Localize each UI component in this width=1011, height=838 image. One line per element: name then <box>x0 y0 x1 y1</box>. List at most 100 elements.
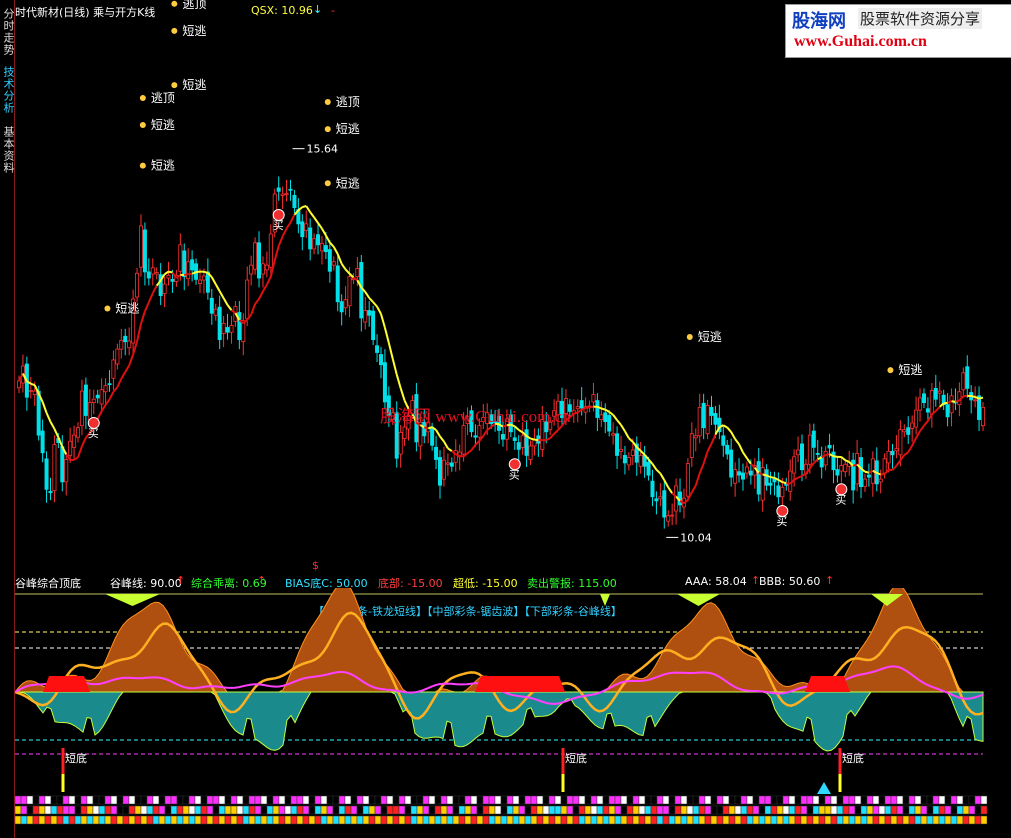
color-strip-cell <box>536 795 544 805</box>
candle-body <box>713 413 718 425</box>
candle-body <box>933 388 938 400</box>
qsx-line <box>368 297 374 303</box>
color-strip-cell <box>470 795 478 805</box>
color-strip-cell <box>362 795 370 805</box>
color-strip-cell <box>434 805 442 815</box>
tab-fundamental[interactable]: 基本资料 <box>0 126 15 174</box>
candlestick-chart: 15.6410.04短逃逃顶短逃短逃逃顶短逃短逃逃顶短逃短逃短逃短逃买买买买买 <box>17 0 986 544</box>
candle-body <box>300 221 305 238</box>
color-strip-cell <box>926 795 934 805</box>
candle-body <box>162 283 167 294</box>
color-strip-cell <box>128 805 136 815</box>
color-strip-cell <box>692 795 700 805</box>
color-strip-cell <box>446 805 454 815</box>
color-strip-cell <box>296 795 304 805</box>
color-strip-cell <box>512 795 520 805</box>
color-strip-cell <box>662 805 670 815</box>
qsx-line <box>978 396 984 400</box>
color-strip-cell <box>236 795 244 805</box>
color-strip-cell <box>830 805 838 815</box>
qsx-line <box>273 245 280 261</box>
candle-body <box>925 408 930 413</box>
color-strip-cell <box>476 805 484 815</box>
color-strip-cell <box>146 795 154 805</box>
color-strip-cell <box>32 805 40 815</box>
color-strip-cell <box>848 815 856 825</box>
qsx-line <box>655 468 662 475</box>
color-strip-cell <box>542 805 550 815</box>
color-strip-cell <box>506 815 514 825</box>
color-strip-cell <box>434 815 442 825</box>
color-strip-cell <box>170 795 178 805</box>
candle-body <box>48 490 53 494</box>
color-strip-cell <box>92 795 100 805</box>
tab-intraday[interactable]: 分时走势 <box>0 8 15 56</box>
color-strip-cell <box>380 795 388 805</box>
color-strip-cell <box>446 815 454 825</box>
color-strip-cell <box>968 795 976 805</box>
candle-body <box>611 433 616 436</box>
color-strip-cell <box>320 795 328 805</box>
color-strip-cell <box>530 795 538 805</box>
color-strip-cell <box>728 795 736 805</box>
candle-body <box>257 242 262 279</box>
logo-name: 股海网 <box>792 11 846 32</box>
color-strip-cell <box>212 795 220 805</box>
color-strip-cell <box>848 805 856 815</box>
color-strip-cell <box>764 805 772 815</box>
color-strip-cell <box>902 795 910 805</box>
color-strip-cell <box>728 815 736 825</box>
color-strip-cell <box>80 795 88 805</box>
qsx-line <box>258 290 264 300</box>
qsx-line <box>797 475 803 479</box>
signal-icon <box>139 162 146 169</box>
candle-body <box>756 461 761 495</box>
color-strip-cell <box>200 805 208 815</box>
color-strip-cell <box>476 795 484 805</box>
color-strip-cell <box>20 795 28 805</box>
signal-label: 短逃 <box>336 122 360 136</box>
color-strip-cell <box>770 815 778 825</box>
candle-body <box>371 310 376 341</box>
candle-body <box>438 457 443 486</box>
indicator-arrow: ↑ <box>176 574 186 587</box>
color-strip-cell <box>896 815 904 825</box>
candle-body <box>701 402 706 429</box>
color-strip-cell <box>80 815 88 825</box>
color-strip-cell <box>422 805 430 815</box>
qsx-line <box>935 406 941 412</box>
qsx-line <box>911 437 918 446</box>
color-strip-cell <box>386 795 394 805</box>
candle-body <box>776 485 781 498</box>
color-strip-cell <box>620 805 628 815</box>
color-strip-cell <box>818 815 826 825</box>
logo[interactable]: 股海网 股票软件资源分享 www.Guhai.com.cn <box>785 4 1011 58</box>
tab-technical[interactable]: 技术分析 <box>0 66 15 114</box>
color-strip-cell <box>20 815 28 825</box>
color-strip-cell <box>962 805 970 815</box>
color-strip-cell <box>530 815 538 825</box>
candle-body <box>729 449 734 478</box>
color-strip-cell <box>26 795 34 805</box>
color-strip-cell <box>746 795 754 805</box>
color-strip-cell <box>218 815 226 825</box>
color-strip-cell <box>662 815 670 825</box>
color-strip-cell <box>836 805 844 815</box>
qsx-line <box>486 426 492 431</box>
color-strip-cell <box>512 815 520 825</box>
color-strip-cell <box>110 795 118 805</box>
color-strip-cell <box>800 795 808 805</box>
color-strip-cell <box>476 815 484 825</box>
candle-body <box>378 354 383 366</box>
candle-body <box>264 264 269 271</box>
color-strip-cell <box>716 805 724 815</box>
color-strip-cell <box>782 815 790 825</box>
color-strip-cell <box>74 815 82 825</box>
color-strip-cell <box>866 795 874 805</box>
qsx-line <box>899 454 906 461</box>
candle-body <box>914 409 919 428</box>
color-strip-cell <box>956 805 964 815</box>
color-strip-cell <box>560 805 568 815</box>
candle-body <box>788 470 793 492</box>
color-strip-cell <box>656 815 664 825</box>
